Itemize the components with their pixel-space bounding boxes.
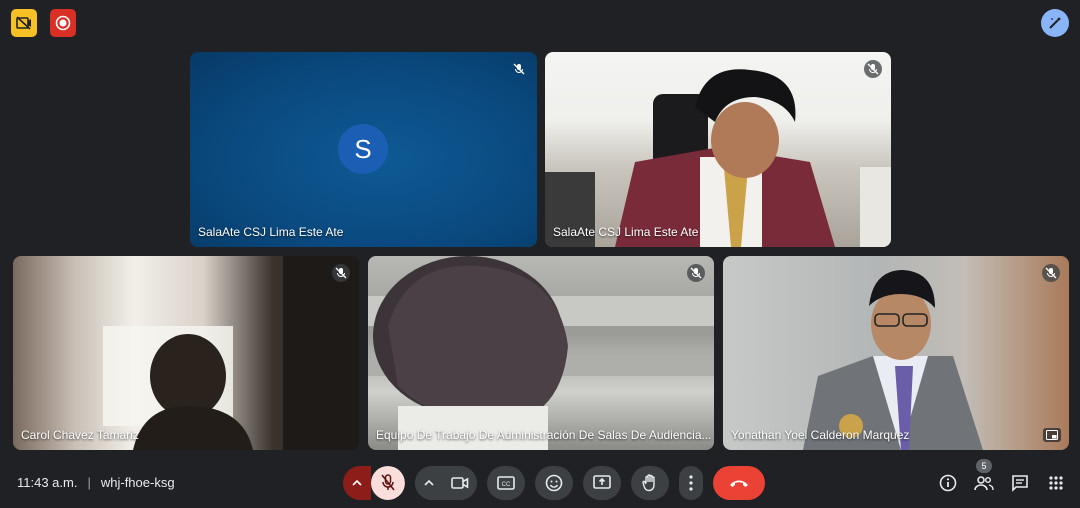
bottom-toolbar: 11:43 a.m. | whj-fhoe-ksg CC 5	[0, 458, 1080, 508]
emoji-icon[interactable]	[535, 466, 573, 500]
status-badges	[11, 9, 76, 37]
present-screen-icon[interactable]	[583, 466, 621, 500]
separator: |	[87, 475, 91, 490]
pip-icon[interactable]	[1043, 428, 1061, 442]
activities-icon[interactable]	[1046, 473, 1066, 493]
mic-off-icon	[864, 60, 882, 78]
mic-control	[343, 466, 405, 500]
svg-text:CC: CC	[502, 482, 511, 488]
hangup-icon[interactable]	[713, 466, 765, 500]
mic-off-icon	[687, 264, 705, 282]
participant-tile[interactable]: SalaAte CSJ Lima Este Ate	[545, 52, 891, 247]
edit-effects-icon[interactable]	[1041, 9, 1069, 37]
avatar: S	[338, 124, 388, 174]
recording-icon[interactable]	[50, 9, 76, 37]
participant-video	[545, 69, 891, 247]
participant-name: Equipo De Trabajo De Administración De S…	[376, 428, 712, 442]
chat-icon[interactable]	[1010, 473, 1030, 493]
participant-name: SalaAte CSJ Lima Este Ate	[198, 225, 344, 239]
chevron-up-icon[interactable]	[415, 466, 443, 500]
more-vert-icon[interactable]	[679, 466, 703, 500]
participant-video	[103, 256, 359, 450]
mic-off-icon	[510, 60, 528, 78]
info-icon[interactable]	[938, 473, 958, 493]
participant-video	[368, 256, 714, 450]
chevron-up-icon[interactable]	[343, 466, 371, 500]
meeting-code[interactable]: whj-fhoe-ksg	[101, 475, 175, 490]
mic-off-icon	[332, 264, 350, 282]
captions-icon[interactable]: CC	[487, 466, 525, 500]
raise-hand-icon[interactable]	[631, 466, 669, 500]
meeting-info: 11:43 a.m. | whj-fhoe-ksg	[17, 475, 175, 490]
no-video-badge-icon[interactable]	[11, 9, 37, 37]
people-count-badge: 5	[976, 459, 992, 473]
participant-tile[interactable]: Yonathan Yoel Calderon Marquez	[723, 256, 1069, 450]
participant-name: Yonathan Yoel Calderon Marquez	[731, 428, 910, 442]
camera-icon[interactable]	[443, 466, 477, 500]
mic-off-icon	[1042, 264, 1060, 282]
participant-tile[interactable]: Carol Chavez Tamariz	[13, 256, 359, 450]
people-icon[interactable]: 5	[974, 459, 994, 493]
side-panel-buttons: 5	[938, 459, 1066, 493]
camera-control	[415, 466, 477, 500]
mic-off-icon[interactable]	[371, 466, 405, 500]
participant-video	[803, 270, 983, 450]
call-controls: CC	[343, 466, 765, 500]
participant-name: Carol Chavez Tamariz	[21, 428, 139, 442]
participant-tile[interactable]: Equipo De Trabajo De Administración De S…	[368, 256, 714, 450]
participant-name: SalaAte CSJ Lima Este Ate	[553, 225, 699, 239]
participant-tile[interactable]: S SalaAte CSJ Lima Este Ate	[190, 52, 537, 247]
meeting-time: 11:43 a.m.	[17, 475, 78, 490]
